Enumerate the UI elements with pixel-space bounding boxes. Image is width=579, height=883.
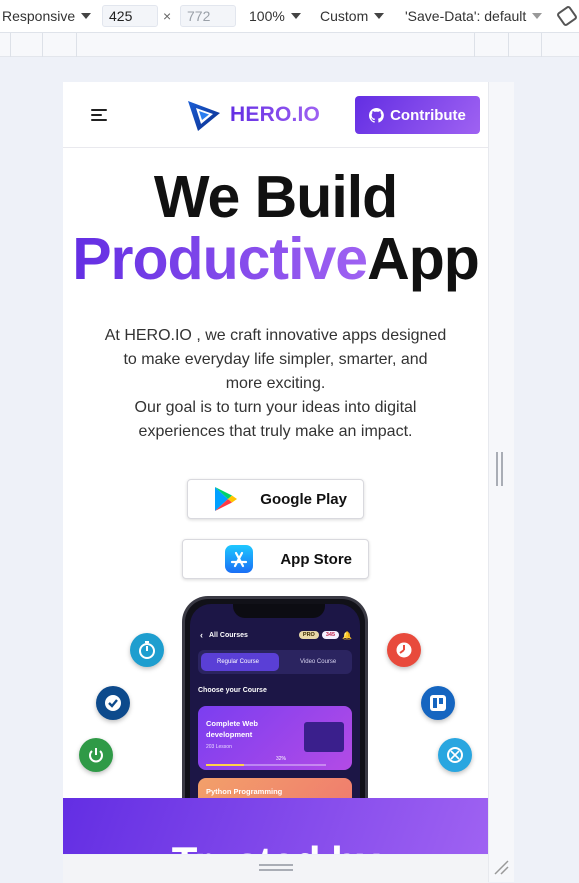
hero-title-highlight: Productive <box>72 226 368 292</box>
save-data-select[interactable]: 'Save-Data': default <box>405 8 543 24</box>
contribute-label: Contribute <box>390 106 466 124</box>
phone-header-title: All Courses <box>209 631 248 639</box>
phone-header: ‹ All Courses PRO 345 🔔 <box>200 628 352 642</box>
chevron-down-icon <box>532 13 543 19</box>
zoom-select[interactable]: 100% <box>249 8 301 24</box>
trusted-heading: Trusted by <box>63 838 488 854</box>
timer-icon <box>438 738 472 772</box>
throttle-value: Custom <box>320 8 369 24</box>
trello-icon <box>421 686 455 720</box>
chevron-down-icon <box>374 13 385 19</box>
hero-logo-icon <box>188 101 220 131</box>
stopwatch-icon <box>130 633 164 667</box>
phone-notch <box>233 604 325 618</box>
course-card-lessons: 203 Lesson <box>206 744 232 750</box>
devtools-toolbar: Responsive 425 × 772 100% Custom 'Save-D… <box>0 0 579 33</box>
width-input[interactable]: 425 <box>102 5 158 27</box>
google-play-icon <box>215 487 237 511</box>
zoom-value: 100% <box>249 8 285 24</box>
throttle-select[interactable]: Custom <box>320 8 385 24</box>
course-card-web: Complete Web development 203 Lesson 32% <box>198 706 352 770</box>
corner-resize-icon[interactable] <box>493 859 509 875</box>
right-resize-handle[interactable] <box>496 452 503 486</box>
media-query-ruler <box>0 33 579 57</box>
brand-logo[interactable]: HERO.IO <box>184 95 320 135</box>
clock-icon <box>387 633 421 667</box>
course-progress-bar <box>206 764 326 766</box>
hero-description-line2: Our goal is to turn your ideas into digi… <box>134 399 417 440</box>
brand-name: HERO.IO <box>230 103 321 126</box>
choose-course-heading: Choose your Course <box>198 687 267 694</box>
google-play-button[interactable]: Google Play <box>187 479 364 519</box>
hero-title-line1: We Build <box>153 164 398 230</box>
github-icon <box>369 107 384 123</box>
course-card-progress: 32% <box>276 756 287 762</box>
tab-video-course: Video Course <box>300 659 337 665</box>
contribute-button[interactable]: Contribute <box>355 96 480 134</box>
height-input[interactable]: 772 <box>180 5 236 27</box>
save-data-value: 'Save-Data': default <box>405 8 527 24</box>
site-navbar: HERO.IO Contribute <box>63 82 488 148</box>
course-type-tabs: Regular Course Video Course <box>198 650 352 674</box>
trusted-section: Trusted by <box>63 798 488 854</box>
app-store-button[interactable]: App Store <box>182 539 369 579</box>
app-store-label: App Store <box>280 550 352 568</box>
bell-icon: 🔔 <box>342 630 352 640</box>
power-icon <box>79 738 113 772</box>
device-mode-select[interactable]: Responsive <box>2 8 92 24</box>
back-icon: ‹ <box>200 630 203 640</box>
menu-icon[interactable] <box>91 109 107 121</box>
pro-badge: PRO <box>298 631 319 639</box>
check-icon <box>96 686 130 720</box>
chevron-down-icon <box>81 13 92 19</box>
app-store-icon <box>225 545 253 573</box>
tab-regular-course: Regular Course <box>201 653 279 671</box>
chevron-down-icon <box>290 13 301 19</box>
hero-description-line1: At HERO.IO , we craft innovative apps de… <box>104 327 447 392</box>
hearts-badge: 345 <box>321 631 340 639</box>
course-illustration <box>304 722 344 752</box>
hero-title: We Build ProductiveApp <box>63 166 488 290</box>
course-card-title: Python Programming <box>206 787 283 796</box>
course-card-title: Complete Web development <box>206 719 258 739</box>
google-play-label: Google Play <box>260 490 347 508</box>
rotate-icon[interactable] <box>555 4 579 28</box>
hero-description: At HERO.IO , we craft innovative apps de… <box>103 324 448 444</box>
hero-title-rest: App <box>367 226 480 292</box>
bottom-resize-handle[interactable] <box>259 864 293 871</box>
dimension-separator-icon: × <box>163 8 172 24</box>
device-viewport: HERO.IO Contribute We Build ProductiveAp… <box>63 82 488 854</box>
device-mode-value: Responsive <box>2 8 76 24</box>
